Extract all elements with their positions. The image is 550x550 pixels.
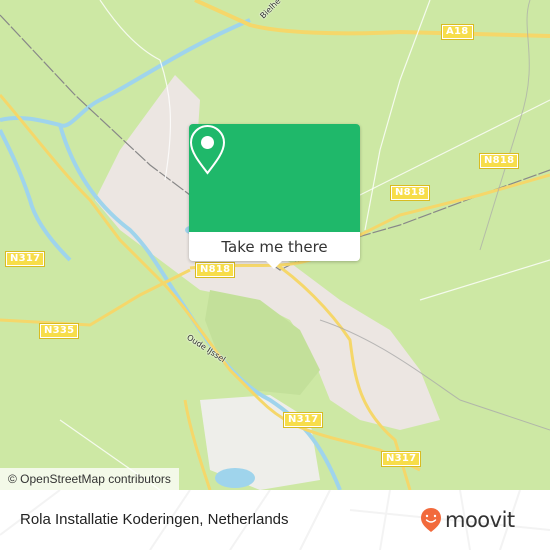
footer-bar: Rola Installatie Koderingen, Netherlands…: [0, 490, 550, 550]
minor-road-4: [419, 259, 550, 301]
lake: [215, 468, 255, 488]
road-shield-n317: N317: [380, 451, 422, 467]
road-shield-n818: N818: [194, 262, 236, 278]
road-shield-a18: A18: [441, 24, 474, 40]
moovit-wordmark: moovit: [445, 508, 515, 532]
place-name: Rola Installatie Koderingen, Netherlands: [20, 511, 289, 528]
location-popup[interactable]: Take me there: [189, 124, 360, 269]
popup-header: [189, 124, 360, 232]
popup-pointer: [265, 260, 283, 269]
road-shield-n317: N317: [4, 251, 46, 267]
map-view[interactable]: A18 N818 N818 N818 N317 N335 N317 N317 B…: [0, 0, 550, 490]
moovit-pin-icon: [421, 508, 441, 532]
take-me-there-button[interactable]: Take me there: [189, 232, 360, 261]
road-shield-n818: N818: [389, 185, 431, 201]
road-shield-n317: N317: [282, 412, 324, 428]
road-shield-n335: N335: [38, 323, 80, 339]
moovit-logo[interactable]: moovit: [420, 507, 515, 533]
road-n335: [0, 268, 191, 327]
minor-road-7: [479, 0, 531, 251]
map-attribution[interactable]: © OpenStreetMap contributors: [0, 468, 179, 490]
road-a18: [194, 0, 550, 38]
location-pin-icon: [189, 124, 226, 175]
road-shield-n818: N818: [478, 153, 520, 169]
river-west: [0, 129, 72, 262]
